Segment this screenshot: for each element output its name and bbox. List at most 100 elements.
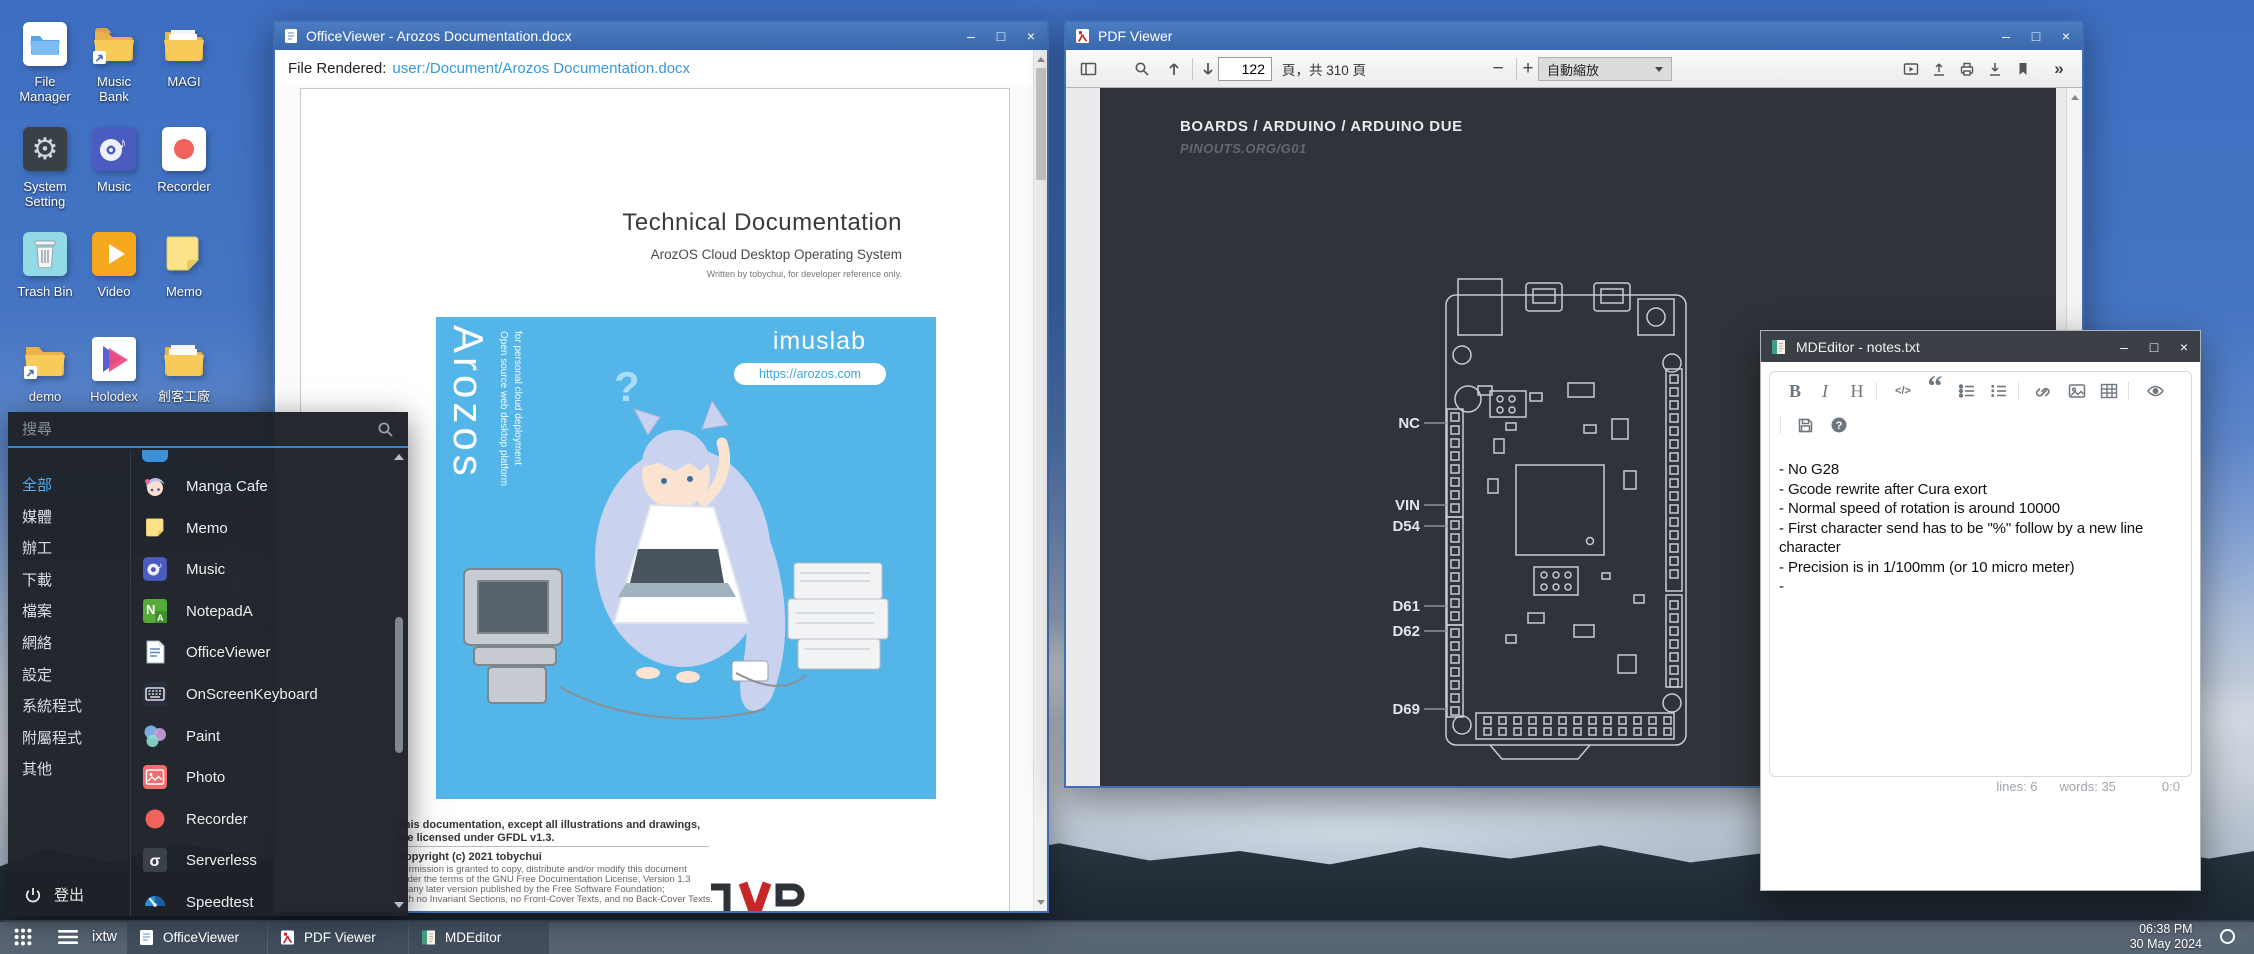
quote-button[interactable]: “ [1924, 376, 1946, 398]
more-tools-button[interactable]: » [2046, 50, 2072, 88]
scrollbar-thumb[interactable] [395, 617, 403, 753]
desktop-icon-demo[interactable]: demo [21, 335, 69, 383]
zoom-in-button[interactable]: + [1518, 50, 1538, 88]
desktop-icon-recorder[interactable]: Recorder [160, 125, 208, 173]
previous-page-icon[interactable] [1160, 50, 1188, 88]
search-icon[interactable] [377, 421, 394, 438]
desktop-icon-system-setting[interactable]: ⚙ System Setting [21, 125, 69, 173]
record-dot-icon [160, 125, 208, 173]
desktop-icon-magi[interactable]: MAGI [160, 20, 208, 68]
app-item-officeviewer[interactable]: OfficeViewer [142, 638, 271, 666]
image-icon[interactable] [2066, 380, 2088, 402]
app-item-manga-cafe[interactable]: Manga Cafe [142, 472, 268, 500]
app-item-serverless[interactable]: σ Serverless [142, 846, 257, 874]
shortcut-folder-icon [90, 20, 138, 68]
category-network[interactable]: 網絡 [22, 628, 82, 660]
close-button[interactable]: × [1019, 24, 1043, 48]
presentation-mode-icon[interactable] [1898, 50, 1924, 88]
officeviewer-scrollbar[interactable] [1033, 50, 1047, 911]
scrollbar-thumb[interactable] [1036, 68, 1046, 180]
zoom-select[interactable]: 自動縮放 [1538, 57, 1672, 81]
maximize-button[interactable]: □ [989, 24, 1013, 48]
category-download[interactable]: 下載 [22, 565, 82, 597]
permission-line: with no Invariant Sections, no Front-Cov… [397, 895, 713, 905]
code-button[interactable]: </> [1892, 380, 1914, 402]
link-icon[interactable] [2032, 380, 2054, 402]
logout-button[interactable]: 登出 [24, 884, 84, 905]
scroll-up-icon[interactable] [2067, 90, 2083, 104]
app-item-music[interactable]: ♪ Music [142, 555, 225, 583]
taskbar: ixtw OfficeViewer PDF Viewer MDEditor 06… [0, 920, 2254, 954]
maximize-button[interactable]: □ [2024, 24, 2048, 48]
desktop-icon-holodex[interactable]: Holodex [90, 335, 138, 383]
desktop-icon-music-bank[interactable]: Music Bank [90, 20, 138, 68]
category-all[interactable]: 全部 [22, 470, 82, 502]
editor-text-area[interactable]: - No G28 - Gcode rewrite after Cura exor… [1779, 460, 2187, 760]
pdfviewer-titlebar[interactable]: PDF Viewer – □ × [1066, 22, 2082, 50]
numbered-list-icon[interactable] [1988, 380, 2010, 402]
search-icon[interactable] [1128, 50, 1156, 88]
category-files[interactable]: 檔案 [22, 596, 82, 628]
minimize-button[interactable]: – [2112, 335, 2136, 359]
heading-button[interactable]: H [1846, 380, 1868, 402]
app-item-speedtest[interactable]: Speedtest [142, 888, 254, 916]
download-icon[interactable] [1982, 50, 2008, 88]
category-media[interactable]: 媒體 [22, 502, 82, 534]
category-settings[interactable]: 設定 [22, 660, 82, 692]
minimize-button[interactable]: – [1994, 24, 2018, 48]
save-icon[interactable] [1794, 414, 1816, 436]
category-others[interactable]: 其他 [22, 754, 82, 786]
scroll-up-icon[interactable] [394, 454, 404, 460]
category-office[interactable]: 辦工 [22, 533, 82, 565]
desktop-icon-maker-factory[interactable]: 創客工廠 [160, 335, 208, 383]
menu-button[interactable] [46, 920, 90, 954]
app-item-memo[interactable]: Memo [142, 514, 228, 542]
app-item-photo[interactable]: Photo [142, 763, 225, 791]
status-ring-icon[interactable] [2220, 929, 2235, 944]
officeviewer-titlebar[interactable]: OfficeViewer - Arozos Documentation.docx… [275, 22, 1047, 50]
desktop-icon-music[interactable]: ♪ Music [90, 125, 138, 173]
zoom-out-button[interactable]: − [1484, 50, 1512, 88]
taskbar-clock[interactable]: 06:38 PM 30 May 2024 [2130, 922, 2202, 952]
category-system[interactable]: 系統程式 [22, 691, 82, 723]
pin-label: D61 [1392, 598, 1420, 615]
zoom-select-value: 自動縮放 [1547, 60, 1599, 79]
mdeditor-titlebar[interactable]: MDEditor - notes.txt – □ × [1761, 331, 2200, 362]
scroll-down-icon[interactable] [394, 902, 404, 908]
preview-eye-icon[interactable] [2144, 380, 2166, 402]
app-item-paint[interactable]: Paint [142, 722, 220, 750]
close-button[interactable]: × [2172, 335, 2196, 359]
desktop-icon-memo[interactable]: Memo [160, 230, 208, 278]
bullet-list-icon[interactable] [1956, 380, 1978, 402]
taskbar-item-officeviewer[interactable]: OfficeViewer [127, 920, 267, 954]
close-button[interactable]: × [2054, 24, 2078, 48]
desktop-icon-trash-bin[interactable]: Trash Bin [21, 230, 69, 278]
help-icon[interactable]: ? [1828, 414, 1850, 436]
app-item-onscreenkeyboard[interactable]: OnScreenKeyboard [142, 680, 318, 708]
app-grid-button[interactable] [0, 920, 46, 954]
scroll-down-icon[interactable] [1034, 895, 1047, 909]
category-accessories[interactable]: 附屬程式 [22, 723, 82, 755]
minimize-button[interactable]: – [959, 24, 983, 48]
maximize-button[interactable]: □ [2142, 335, 2166, 359]
open-file-icon[interactable] [1926, 50, 1952, 88]
file-path-link[interactable]: user:/Document/Arozos Documentation.docx [392, 60, 690, 77]
desktop-icon-video[interactable]: Video [90, 230, 138, 278]
app-list-scrollbar[interactable] [394, 450, 404, 912]
desktop-icon-file-manager[interactable]: File Manager [21, 20, 69, 68]
table-icon[interactable] [2098, 380, 2120, 402]
search-input[interactable] [8, 421, 377, 438]
app-item-recorder[interactable]: Recorder [142, 805, 248, 833]
taskbar-item-mdeditor[interactable]: MDEditor [409, 920, 549, 954]
print-icon[interactable] [1954, 50, 1980, 88]
italic-button[interactable]: I [1814, 380, 1836, 402]
taskbar-item-pdfviewer[interactable]: PDF Viewer [268, 920, 408, 954]
app-item-partial[interactable] [142, 450, 168, 462]
username-label[interactable]: ixtw [90, 929, 127, 945]
bookmark-icon[interactable] [2010, 50, 2036, 88]
sidebar-toggle-icon[interactable] [1074, 50, 1102, 88]
page-number-input[interactable] [1218, 57, 1272, 81]
scroll-up-icon[interactable] [1034, 52, 1047, 66]
bold-button[interactable]: B [1784, 380, 1806, 402]
app-item-notepada[interactable]: NA NotepadA [142, 597, 253, 625]
